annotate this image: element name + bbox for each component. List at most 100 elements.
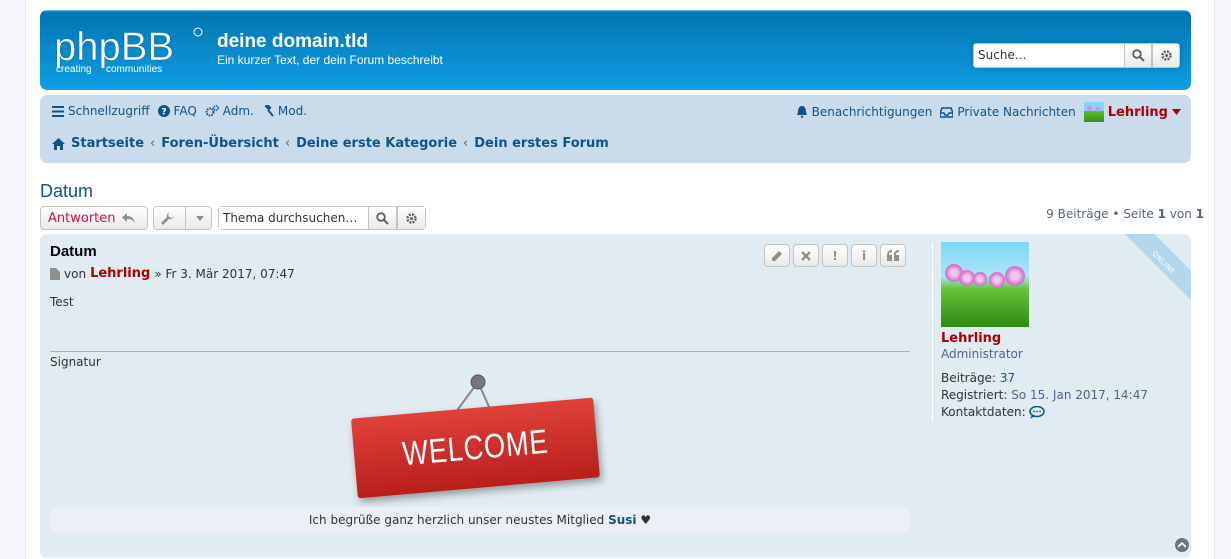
site-description: Ein kurzer Text, der dein Forum beschrei…	[217, 53, 443, 67]
acp-label: Adm.	[222, 104, 254, 118]
pagination-bullet: •	[1112, 207, 1120, 221]
bell-icon	[796, 106, 807, 118]
breadcrumb-separator: ‹	[284, 136, 291, 151]
breadcrumb-category[interactable]: Deine erste Kategorie	[296, 136, 457, 151]
welcome-note-text: Ich begrüße ganz herzlich unser neustes …	[308, 513, 605, 527]
nav-user-links: Benachrichtigungen Private Nachrichten L…	[796, 102, 1181, 122]
gavel-icon	[264, 105, 274, 117]
wrench-icon	[161, 211, 174, 225]
delete-button[interactable]	[793, 244, 819, 267]
avatar-flower	[973, 272, 987, 286]
nav-links: Schnellzugriff ? FAQ Adm. Mod.	[52, 104, 307, 118]
topic-action-bar: Antworten Thema durchsuchen…	[40, 206, 426, 230]
quicklinks-label: Schnellzugriff	[68, 104, 150, 118]
topic-search: Thema durchsuchen…	[218, 206, 426, 230]
home-icon	[52, 137, 65, 150]
welcome-member-link[interactable]: Susi	[608, 513, 636, 527]
page-label: Seite	[1123, 207, 1154, 221]
back-to-top-button[interactable]	[1175, 538, 1189, 552]
header-search: Suche…	[973, 43, 1180, 68]
topic-search-input[interactable]: Thema durchsuchen…	[218, 206, 368, 230]
pencil-icon	[772, 250, 782, 261]
profile-posts-row: Beiträge: 37	[941, 370, 1182, 387]
signature-label: Signatur	[50, 355, 101, 369]
breadcrumb-forums-index[interactable]: Foren-Übersicht	[161, 136, 279, 151]
of-label: von	[1169, 207, 1192, 221]
user-menu[interactable]: Lehrling	[1083, 102, 1181, 122]
post-content: Test	[50, 295, 74, 309]
profile-username[interactable]: Lehrling	[941, 331, 1182, 346]
post-buttons: ! i	[764, 244, 906, 267]
total-pages: 1	[1195, 207, 1204, 221]
svg-text:communities: communities	[106, 64, 162, 75]
bars-icon	[52, 105, 64, 117]
profile-posts-link[interactable]: 37	[1000, 371, 1015, 385]
mcp-link[interactable]: Mod.	[262, 104, 307, 118]
edit-button[interactable]	[764, 244, 790, 267]
topic-title[interactable]: Datum	[40, 181, 93, 202]
post: Datum von Lehrling » Fr 3. Mär 2017, 07:…	[40, 234, 1191, 558]
pagination: 9 Beiträge • Seite 1 von 1	[1046, 207, 1204, 221]
profile-avatar[interactable]	[941, 242, 1029, 327]
chevron-up-icon	[1178, 542, 1186, 548]
topic-advanced-search-button[interactable]	[397, 206, 426, 230]
profile-rank: Administrator	[941, 347, 1023, 361]
acp-link[interactable]: Adm.	[205, 104, 254, 118]
post-title[interactable]: Datum	[50, 243, 97, 260]
breadcrumb-separator: ‹	[150, 136, 156, 151]
post-date: » Fr 3. Mär 2017, 07:47	[154, 266, 295, 281]
notifications-link[interactable]: Benachrichtigungen	[796, 105, 933, 119]
avatar-flower	[989, 272, 1005, 288]
post-profile: Lehrling Administrator Beiträge: 37 Regi…	[932, 242, 1182, 422]
quote-button[interactable]	[880, 244, 906, 267]
profile-joined-row: Registriert: So 15. Jan 2017, 14:47	[941, 387, 1182, 404]
svg-text:phpBB: phpBB	[54, 26, 174, 69]
profile-joined-value: So 15. Jan 2017, 14:47	[1011, 388, 1148, 402]
private-messages-link[interactable]: Private Nachrichten	[940, 105, 1076, 119]
site-title[interactable]: deine domain.tld	[217, 31, 368, 53]
by-label: von	[64, 266, 87, 281]
current-page: 1	[1157, 207, 1166, 221]
heart-icon: ♥	[640, 513, 652, 527]
file-icon[interactable]	[50, 267, 60, 280]
post-author[interactable]: Lehrling	[90, 266, 150, 281]
posts-count-label: Beiträge	[1057, 207, 1109, 221]
comment-icon[interactable]	[1029, 405, 1046, 419]
topic-tools-button[interactable]	[153, 206, 212, 230]
posts-count: 9	[1046, 207, 1054, 221]
info-button[interactable]: i	[851, 244, 877, 267]
post-author-line: von Lehrling » Fr 3. Mär 2017, 07:47	[50, 266, 295, 281]
exclamation-icon: !	[832, 248, 838, 263]
faq-label: FAQ	[173, 104, 197, 118]
report-button[interactable]: !	[822, 244, 848, 267]
question-circle-icon: ?	[157, 105, 170, 117]
breadcrumb: Startseite ‹ Foren-Übersicht ‹ Deine ers…	[52, 136, 609, 151]
reply-label: Antworten	[48, 210, 116, 226]
search-input[interactable]: Suche…	[973, 43, 1124, 68]
mcp-label: Mod.	[277, 104, 308, 118]
breadcrumb-separator: ‹	[463, 136, 469, 151]
notifications-label: Benachrichtigungen	[811, 105, 933, 119]
close-icon	[801, 250, 811, 261]
gear-icon	[1160, 50, 1172, 61]
search-icon	[376, 211, 389, 225]
welcome-banner-text: WELCOME	[401, 422, 550, 473]
profile-joined-label: Registriert:	[941, 388, 1008, 402]
info-icon: i	[861, 248, 867, 263]
user-menu-name: Lehrling	[1107, 104, 1168, 120]
private-messages-label: Private Nachrichten	[957, 105, 1076, 119]
advanced-search-button[interactable]	[1152, 43, 1180, 68]
faq-link[interactable]: ? FAQ	[157, 104, 197, 118]
breadcrumb-home[interactable]: Startseite	[71, 136, 144, 151]
reply-icon	[121, 212, 135, 223]
welcome-banner: WELCOME	[350, 397, 601, 499]
quicklinks-menu[interactable]: Schnellzugriff	[52, 104, 150, 118]
search-button[interactable]	[1124, 43, 1152, 68]
breadcrumb-forum[interactable]: Dein erstes Forum	[474, 136, 609, 151]
profile-details: Beiträge: 37 Registriert: So 15. Jan 201…	[941, 370, 1182, 421]
welcome-sign-image: WELCOME	[350, 372, 602, 499]
topic-search-button[interactable]	[368, 206, 397, 230]
reply-button[interactable]: Antworten	[40, 206, 148, 230]
welcome-note: Ich begrüße ganz herzlich unser neustes …	[50, 507, 910, 533]
phpbb-logo[interactable]: phpBB creating communities	[54, 26, 204, 76]
